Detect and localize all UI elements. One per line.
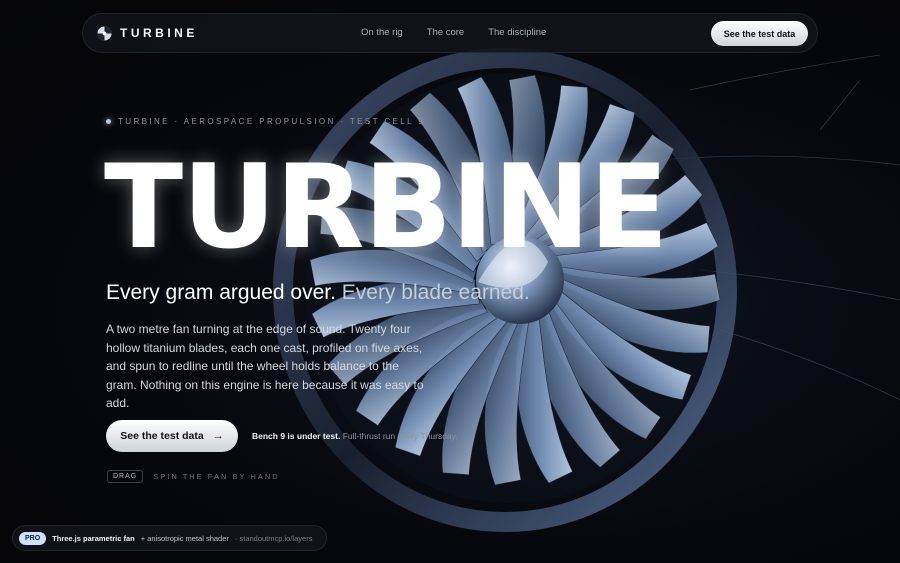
credit-mid: + anisotropic metal shader <box>140 533 229 543</box>
hero-test-data-button[interactable]: See the test data → <box>106 420 238 452</box>
brand-name[interactable]: TURBINE <box>120 26 198 40</box>
nav-link-on-the-rig[interactable]: On the rig <box>361 27 403 38</box>
eyebrow: TURBINE · AEROSPACE PROPULSION · TEST CE… <box>106 117 425 126</box>
nav-links: On the rig The core The discipline <box>361 27 546 38</box>
subhead-muted: Every blade earned. <box>341 281 530 304</box>
cta-label: See the test data <box>120 430 204 442</box>
hero-stage: TURBINE On the rig The core The discipli… <box>0 0 900 563</box>
nav-link-the-core[interactable]: The core <box>427 27 465 38</box>
credit-link[interactable]: · standoutmcp.io/layers <box>235 534 313 543</box>
drag-badge: DRAG <box>107 470 144 483</box>
bench-status-muted: Full-thrust run every Thursday. <box>342 431 458 441</box>
bench-status: Bench 9 is under test. Full-thrust run e… <box>252 431 458 441</box>
nav-link-the-discipline[interactable]: The discipline <box>488 27 546 38</box>
drag-hint-text: SPIN THE FAN BY HAND <box>153 472 280 481</box>
eyebrow-text: TURBINE · AEROSPACE PROPULSION · TEST CE… <box>118 117 426 126</box>
pro-badge: PRO <box>19 531 47 545</box>
status-dot-icon <box>106 119 111 124</box>
drag-hint: DRAG SPIN THE FAN BY HAND <box>107 470 280 483</box>
hero-subhead: Every gram argued over. Every blade earn… <box>106 281 530 305</box>
arrow-right-icon: → <box>212 430 224 442</box>
nav-test-data-button[interactable]: See the test data <box>711 21 808 46</box>
credit-strong: Three.js parametric fan <box>52 533 135 543</box>
layer-credit-pill[interactable]: PRO Three.js parametric fan + anisotropi… <box>12 525 327 551</box>
hero-body-copy: A two metre fan turning at the edge of s… <box>106 322 424 410</box>
bench-status-strong: Bench 9 is under test. <box>252 431 341 441</box>
subhead-main: Every gram argued over. <box>106 281 336 304</box>
hero-title: TURBINE <box>104 140 669 275</box>
turbine-logo-icon[interactable] <box>97 26 112 41</box>
top-nav: TURBINE On the rig The core The discipli… <box>82 13 818 53</box>
